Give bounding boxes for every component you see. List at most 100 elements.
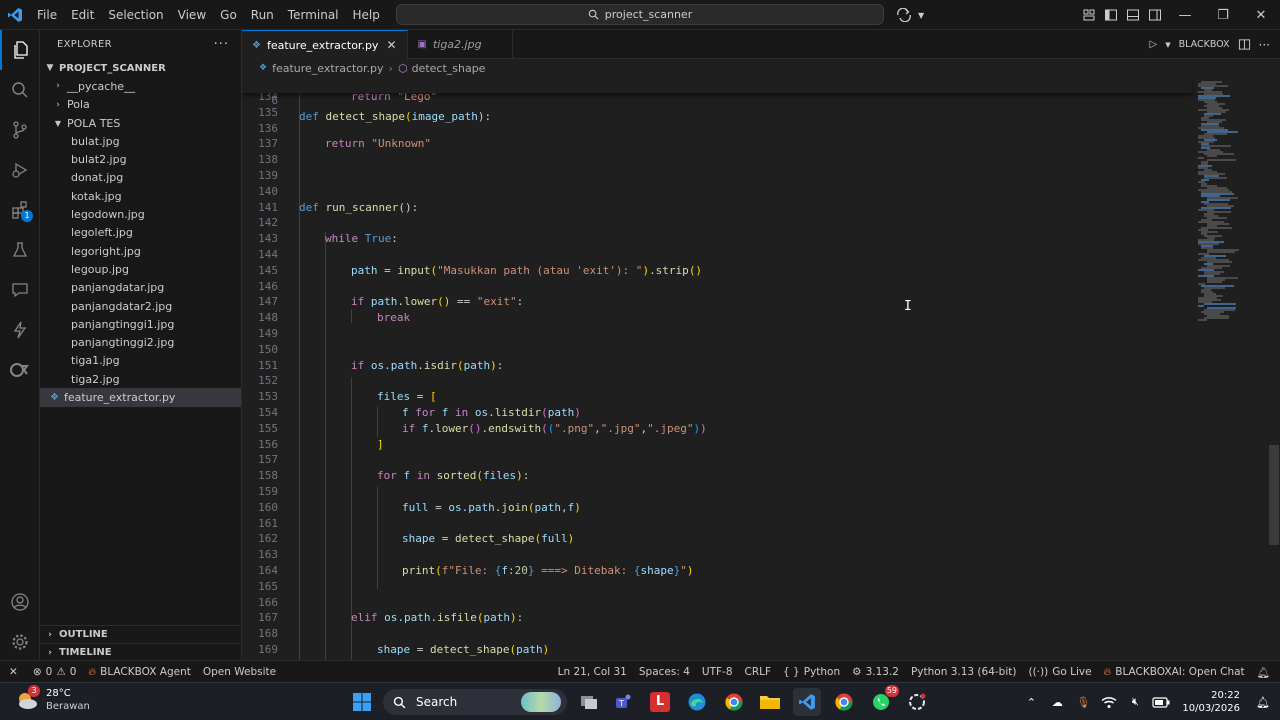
source-control-icon[interactable] — [0, 110, 40, 150]
onedrive-icon[interactable]: ☁ — [1044, 696, 1070, 709]
file-item[interactable]: panjangtinggi1.jpg — [40, 315, 241, 333]
restore-icon[interactable]: ❐ — [1204, 8, 1242, 23]
blackboxai-chat-status[interactable]: 🔥︎ BLACKBOXAI: Open Chat — [1098, 666, 1251, 679]
sync-chat-icon[interactable] — [896, 8, 912, 22]
toggle-sidebar-icon[interactable] — [1100, 8, 1122, 22]
windows-start-icon[interactable] — [348, 688, 376, 716]
file-item[interactable]: donat.jpg — [40, 169, 241, 187]
file-explorer-icon[interactable] — [756, 688, 784, 716]
bell-icon[interactable]: 🔔︎ — [1251, 666, 1280, 679]
command-center-search[interactable]: project_scanner — [396, 4, 884, 25]
run-debug-icon[interactable] — [0, 150, 40, 190]
whatsapp-icon[interactable]: 59 — [867, 685, 899, 716]
more-actions-icon[interactable]: ··· — [1259, 38, 1270, 52]
volume-muted-icon[interactable]: 🔇︎ — [1122, 695, 1148, 709]
code-editor[interactable]: 6 def detect_shape(image_path): 134 retur… — [242, 77, 1280, 660]
chevron-down-icon[interactable]: ▼ — [1165, 41, 1170, 49]
chatgpt-icon[interactable] — [903, 688, 931, 716]
more-actions-icon[interactable]: ··· — [214, 37, 229, 52]
language-mode[interactable]: { } Python — [777, 666, 846, 678]
encoding[interactable]: UTF-8 — [696, 666, 739, 678]
gear-icon[interactable] — [0, 622, 40, 662]
breadcrumb-file[interactable]: feature_extractor.py — [272, 62, 383, 75]
timeline-section[interactable]: › TIMELINE — [40, 643, 242, 661]
account-icon[interactable] — [0, 582, 40, 622]
menu-file[interactable]: File — [30, 0, 64, 30]
search-icon[interactable] — [0, 70, 40, 110]
menu-edit[interactable]: Edit — [64, 0, 101, 30]
chat-extension-icon[interactable] — [0, 270, 40, 310]
menu-terminal[interactable]: Terminal — [281, 0, 346, 30]
folder-pola-tes[interactable]: ▼ POLA TES — [40, 114, 241, 132]
extensions-icon[interactable]: 1 — [0, 190, 40, 230]
go-live-status[interactable]: ((·)) Go Live — [1022, 666, 1097, 678]
weather-widget[interactable]: 3 28°C Berawan — [14, 685, 90, 713]
menu-selection[interactable]: Selection — [101, 0, 170, 30]
file-item[interactable]: legodown.jpg — [40, 205, 241, 223]
edge-browser-icon[interactable] — [683, 688, 711, 716]
menu-help[interactable]: Help — [346, 0, 387, 30]
minimize-icon[interactable]: — — [1166, 8, 1204, 23]
notification-bell-icon[interactable]: 🔔︎ — [1250, 696, 1276, 709]
file-item[interactable]: legoup.jpg — [40, 260, 241, 278]
file-item-active[interactable]: ❖ feature_extractor.py — [40, 388, 241, 407]
menu-go[interactable]: Go — [213, 0, 244, 30]
file-item[interactable]: bulat2.jpg — [40, 150, 241, 168]
close-icon[interactable]: ✕ — [386, 38, 396, 52]
split-editor-icon[interactable] — [1238, 38, 1251, 51]
toggle-panel-icon[interactable] — [1122, 8, 1144, 22]
line-ending[interactable]: CRLF — [739, 666, 778, 678]
explorer-icon[interactable] — [0, 30, 40, 70]
interpreter[interactable]: Python 3.13 (64-bit) — [905, 666, 1023, 678]
file-item[interactable]: tiga1.jpg — [40, 352, 241, 370]
vscode-taskbar-icon[interactable] — [793, 688, 821, 716]
run-play-icon[interactable]: ▷ — [1150, 39, 1158, 50]
chevron-down-icon[interactable]: ▼ — [918, 11, 924, 20]
cursor-position[interactable]: Ln 21, Col 31 — [552, 666, 633, 678]
minimap[interactable] — [1192, 77, 1272, 660]
file-item[interactable]: tiga2.jpg — [40, 370, 241, 388]
microphone-icon[interactable]: 🎙︎ — [1070, 696, 1096, 709]
tab-tiga2[interactable]: ▣ tiga2.jpg — [408, 30, 513, 59]
menu-view[interactable]: View — [171, 0, 213, 30]
vertical-scrollbar[interactable] — [1269, 445, 1279, 545]
chrome-profile-icon[interactable] — [830, 688, 858, 716]
task-view-icon[interactable] — [575, 688, 603, 716]
battery-icon[interactable] — [1148, 696, 1174, 708]
file-item[interactable]: legoleft.jpg — [40, 224, 241, 242]
tab-feature-extractor[interactable]: ❖ feature_extractor.py ✕ — [242, 30, 408, 59]
taskbar-search[interactable]: Search — [383, 689, 567, 715]
wifi-icon[interactable] — [1096, 696, 1122, 709]
blackbox-icon[interactable] — [0, 350, 40, 390]
open-website-status[interactable]: Open Website — [197, 666, 282, 678]
file-item[interactable]: panjangtinggi2.jpg — [40, 333, 241, 351]
sticky-scroll-line[interactable]: 6 def detect_shape(image_path): — [242, 77, 1192, 123]
taskbar-clock[interactable]: 20:22 10/03/2026 — [1182, 689, 1240, 715]
project-root-folder[interactable]: ▼ PROJECT_SCANNER — [40, 59, 241, 77]
customize-layout-icon[interactable] — [1078, 8, 1100, 22]
indentation[interactable]: Spaces: 4 — [633, 666, 696, 678]
folder-pycache[interactable]: › __pycache__ — [40, 77, 241, 95]
blackbox-label[interactable]: BLACKBOX — [1179, 39, 1230, 50]
chevron-up-icon[interactable]: ⌃ — [1018, 696, 1044, 709]
file-item[interactable]: bulat.jpg — [40, 132, 241, 150]
file-item[interactable]: kotak.jpg — [40, 187, 241, 205]
testing-icon[interactable] — [0, 230, 40, 270]
file-item[interactable]: panjangdatar.jpg — [40, 279, 241, 297]
lightning-icon[interactable] — [0, 310, 40, 350]
folder-pola[interactable]: › Pola — [40, 96, 241, 114]
outline-section[interactable]: › OUTLINE — [40, 625, 242, 643]
teams-icon[interactable]: T — [610, 688, 638, 716]
menu-run[interactable]: Run — [244, 0, 281, 30]
chrome-icon[interactable] — [720, 688, 748, 716]
red-app-icon[interactable]: L — [646, 688, 674, 716]
breadcrumb-symbol[interactable]: detect_shape — [412, 62, 486, 75]
blackbox-agent-status[interactable]: 🔥︎ BLACKBOX Agent — [82, 666, 196, 679]
file-item[interactable]: legoright.jpg — [40, 242, 241, 260]
problems-status[interactable]: ⊗ 0 ⚠ 0 — [27, 666, 83, 678]
remote-icon[interactable]: ✕ — [0, 666, 27, 678]
toggle-secondary-sidebar-icon[interactable] — [1144, 8, 1166, 22]
python-version[interactable]: ⚙ 3.13.2 — [846, 666, 905, 678]
file-item[interactable]: panjangdatar2.jpg — [40, 297, 241, 315]
close-window-icon[interactable]: ✕ — [1242, 8, 1280, 23]
